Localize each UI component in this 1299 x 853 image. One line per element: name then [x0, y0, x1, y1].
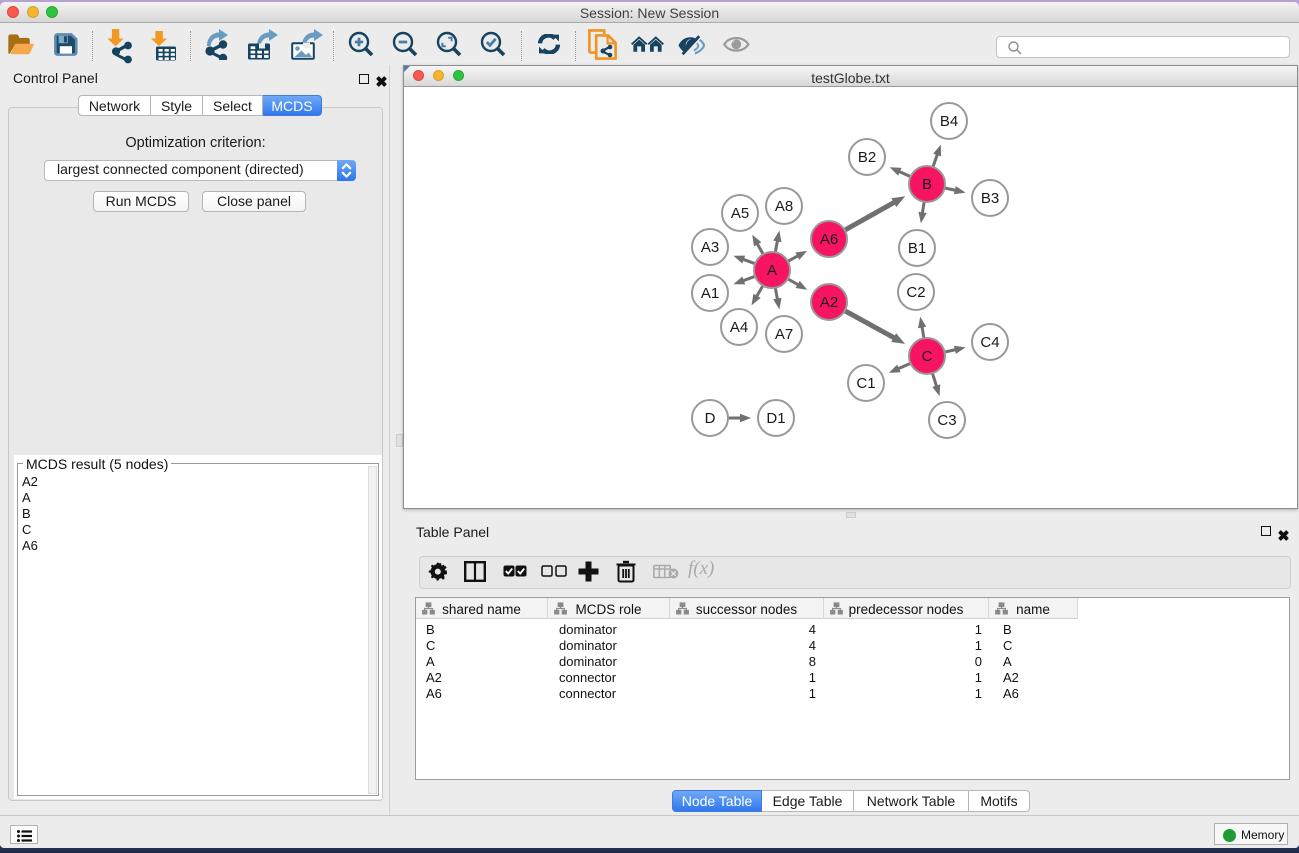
svg-text:B: B	[922, 176, 932, 193]
svg-text:A3: A3	[701, 239, 719, 256]
svg-text:A8: A8	[775, 198, 793, 215]
svg-text:C: C	[922, 348, 933, 365]
svg-text:A4: A4	[730, 319, 748, 336]
svg-text:C3: C3	[937, 412, 956, 429]
svg-text:B2: B2	[858, 149, 876, 166]
svg-text:A2: A2	[820, 294, 838, 311]
svg-text:B1: B1	[908, 240, 926, 257]
svg-text:C2: C2	[906, 284, 925, 301]
svg-text:B4: B4	[940, 113, 958, 130]
svg-text:A6: A6	[820, 231, 838, 248]
svg-text:B3: B3	[981, 190, 999, 207]
svg-text:A: A	[767, 262, 777, 279]
svg-text:A1: A1	[701, 285, 719, 302]
svg-text:C4: C4	[980, 334, 999, 351]
svg-text:C1: C1	[856, 375, 875, 392]
svg-text:D: D	[705, 410, 716, 427]
svg-text:A5: A5	[731, 205, 749, 222]
svg-text:D1: D1	[766, 410, 785, 427]
svg-text:A7: A7	[775, 326, 793, 343]
